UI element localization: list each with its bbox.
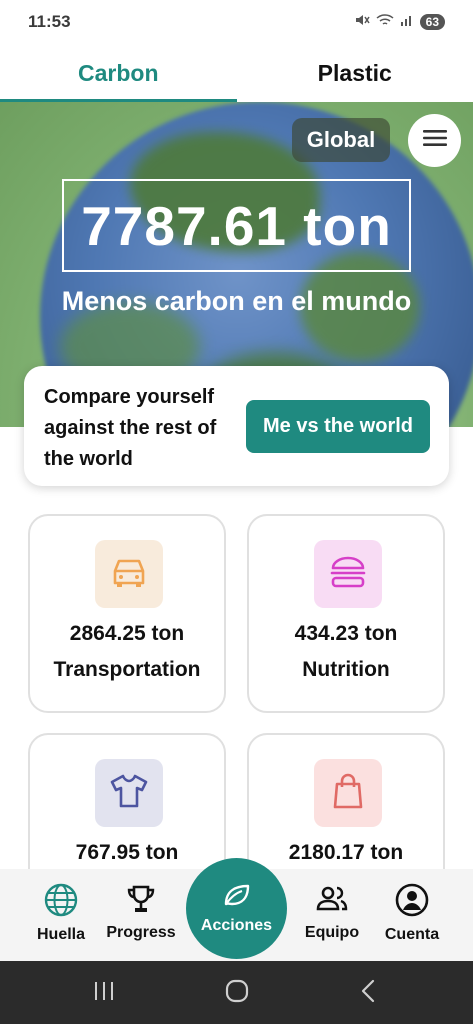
category-card-nutrition[interactable]: 434.23 ton Nutrition <box>247 514 445 713</box>
tab-plastic[interactable]: Plastic <box>237 44 473 102</box>
compare-card: Compare yourself against the rest of the… <box>24 366 449 486</box>
nav-cuenta[interactable]: Cuenta <box>367 883 457 944</box>
home-button[interactable] <box>222 979 252 1007</box>
nav-label: Cuenta <box>384 926 440 943</box>
menu-button[interactable] <box>408 114 461 167</box>
nav-label: Equipo <box>304 924 360 941</box>
compare-description: Compare yourself against the rest of the… <box>44 386 217 470</box>
nav-label: Huella <box>36 926 85 943</box>
category-label: Nutrition <box>302 658 390 681</box>
nav-label: Progress <box>106 924 176 941</box>
recent-apps-button[interactable] <box>89 979 119 1007</box>
leaf-icon <box>222 882 252 913</box>
burger-icon <box>328 554 368 595</box>
account-icon <box>395 883 429 922</box>
shopping-bag-icon <box>328 771 368 816</box>
status-bar: 11:53 63 <box>0 0 473 44</box>
category-value: 767.95 ton <box>75 841 179 864</box>
globe-icon <box>44 883 78 922</box>
back-icon <box>359 979 379 1008</box>
hero-subtitle: Menos carbon en el mundo <box>61 286 412 316</box>
team-icon <box>315 883 349 920</box>
car-icon <box>109 555 149 594</box>
category-label: Transportation <box>53 658 201 681</box>
nav-progress[interactable]: Progress <box>96 883 186 942</box>
total-carbon-value: 7787.61 ton <box>62 179 411 272</box>
home-icon <box>224 978 250 1009</box>
recent-apps-icon <box>92 980 116 1007</box>
category-value: 2180.17 ton <box>288 841 404 864</box>
system-navigation-bar <box>0 961 473 1024</box>
status-icons: 63 <box>354 12 445 31</box>
status-time: 11:53 <box>28 12 71 31</box>
tab-carbon[interactable]: Carbon <box>0 44 237 102</box>
signal-icon <box>400 13 414 30</box>
nav-equipo[interactable]: Equipo <box>287 883 377 942</box>
shirt-icon <box>109 773 149 814</box>
nav-label: Acciones <box>200 917 273 934</box>
mute-icon <box>354 12 370 31</box>
nav-huella[interactable]: Huella <box>16 883 106 944</box>
battery-indicator: 63 <box>419 13 445 30</box>
category-value: 434.23 ton <box>294 622 398 645</box>
nav-acciones[interactable]: Acciones <box>186 858 287 959</box>
category-value: 2864.25 ton <box>69 622 185 645</box>
hamburger-icon <box>422 128 448 153</box>
trophy-icon <box>125 883 157 920</box>
me-vs-world-button[interactable]: Me vs the world <box>246 400 430 453</box>
tab-bar: Carbon Plastic <box>0 44 473 102</box>
wifi-icon <box>376 13 394 30</box>
back-button[interactable] <box>354 979 384 1007</box>
region-selector-button[interactable]: Global <box>292 118 390 162</box>
category-card-transportation[interactable]: 2864.25 ton Transportation <box>28 514 226 713</box>
